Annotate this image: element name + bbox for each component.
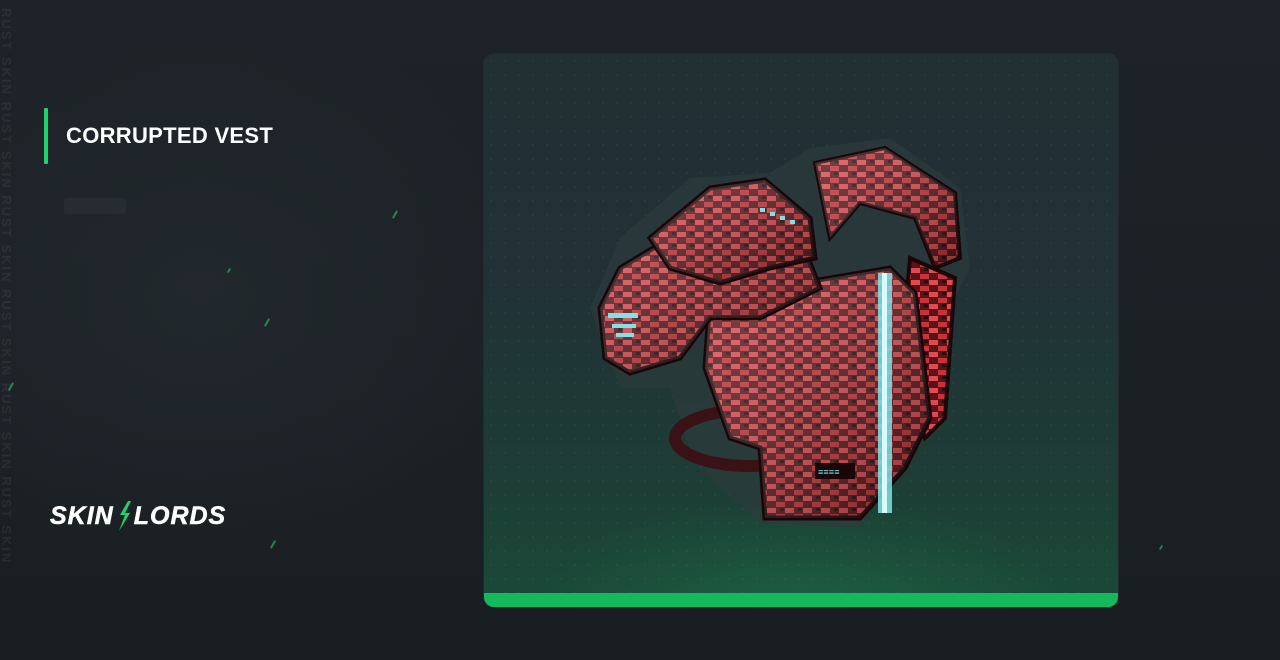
watermark-text: RUST SKIN RUST SKIN RUST SKIN RUST SKIN …: [0, 8, 14, 565]
lightning-slash-icon: [118, 501, 131, 531]
item-title-block: CORRUPTED VEST: [44, 108, 273, 164]
card-accent-bar: [484, 593, 1118, 607]
faded-placeholder: [64, 198, 126, 214]
armor-vest-icon: ≡≡≡≡: [590, 138, 970, 528]
logo-text-right: LORDS: [133, 501, 227, 530]
logo-text-left: SKIN: [50, 501, 114, 530]
side-watermark: RUST SKIN RUST SKIN RUST SKIN RUST SKIN …: [0, 0, 20, 660]
skinlords-logo: SKIN LORDS: [50, 498, 226, 534]
svg-text:≡≡≡≡: ≡≡≡≡: [818, 468, 840, 478]
title-accent-bar: [44, 108, 48, 164]
item-preview-card: ≡≡≡≡: [484, 54, 1118, 607]
item-title: CORRUPTED VEST: [66, 123, 274, 148]
